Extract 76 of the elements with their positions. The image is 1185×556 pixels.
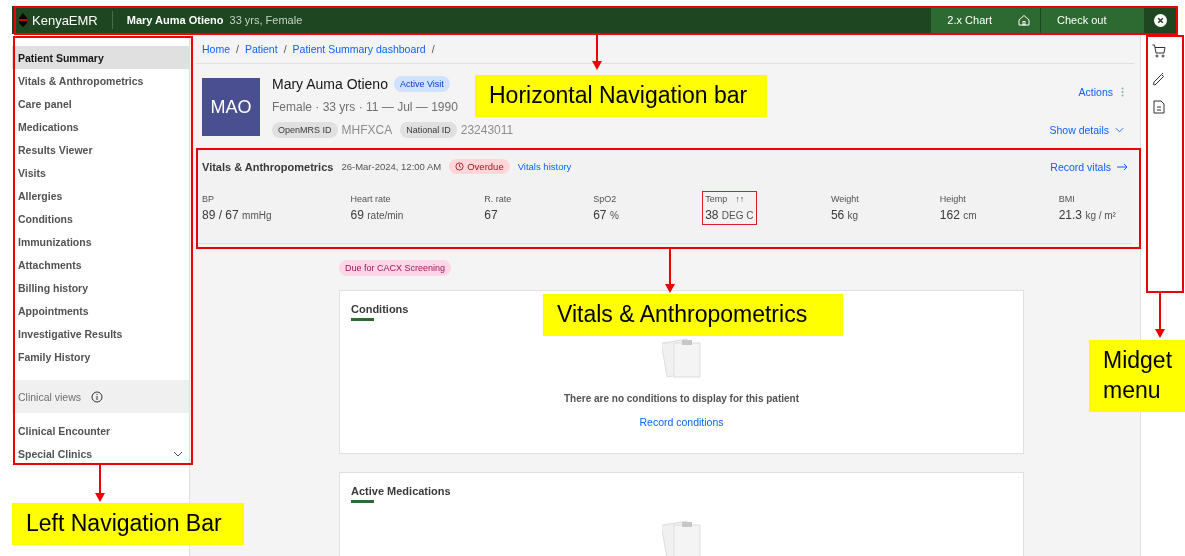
patient-name: Mary Auma Otieno: [126, 14, 224, 26]
nav-item[interactable]: Conditions: [12, 207, 189, 230]
nav-item[interactable]: Vitals & Anthropometrics: [12, 69, 189, 92]
vital-reading: Height 162 cm: [939, 194, 977, 222]
annotation-arrow: [1154, 293, 1166, 338]
chart-button[interactable]: 2.x Chart: [930, 6, 1008, 34]
nav-item[interactable]: Patient Summary: [12, 46, 189, 69]
id-tag: National ID: [400, 122, 457, 138]
record-vitals-link[interactable]: Record vitals: [1050, 160, 1111, 173]
actions-link[interactable]: Actions: [1078, 86, 1113, 98]
nav-item[interactable]: Investigative Results: [12, 322, 189, 345]
annotation-arrow: [664, 249, 676, 293]
nav-item[interactable]: Attachments: [12, 253, 189, 276]
patient-avatar: MAO: [202, 78, 260, 136]
annotation-label: Left Navigation Bar: [12, 503, 244, 545]
nav-item[interactable]: Visits: [12, 161, 189, 184]
abnormal-reading: Temp ↑↑ 38 DEG C: [702, 191, 757, 225]
nav-item[interactable]: Medications: [12, 115, 189, 138]
id-tag: OpenMRS ID: [272, 122, 338, 138]
vitals-history-link[interactable]: Vitals history: [517, 161, 572, 172]
annotation-label: Horizontal Navigation bar: [475, 75, 767, 117]
id-value: MHFXCA: [341, 123, 393, 137]
vital-reading: Weight 56 kg: [830, 194, 859, 222]
brand-name: KenyaEMR: [32, 12, 98, 28]
check-out-button[interactable]: Check out: [1040, 6, 1144, 34]
vital-reading: BMI 21.3 kg / m²: [1058, 194, 1116, 222]
breadcrumb-link[interactable]: Patient: [244, 42, 278, 55]
patient-name: Mary Auma Otieno: [272, 76, 388, 92]
vital-reading: Heart rate 69 rate/min: [350, 194, 404, 222]
annotation-arrow: [94, 465, 106, 502]
patient-details: Female · 33 yrs · 11 — Jul — 1990: [272, 100, 458, 114]
card-title: Conditions: [351, 303, 409, 321]
patient-info: 33 yrs, Female: [229, 14, 303, 26]
vital-reading: BP 89 / 67 mmHg: [202, 194, 272, 222]
annotation-arrow: [591, 35, 603, 70]
home-button[interactable]: [1008, 6, 1040, 34]
vitals-date: 26-Mar-2024, 12:00 AM: [341, 161, 442, 172]
cart-icon[interactable]: [1152, 44, 1166, 58]
nav-item[interactable]: Immunizations: [12, 230, 189, 253]
nav-item[interactable]: Care panel: [12, 92, 189, 115]
show-details-link[interactable]: Show details: [1049, 124, 1109, 136]
breadcrumb-separator: /: [431, 42, 435, 55]
pen-icon[interactable]: [1152, 72, 1166, 86]
nav-item[interactable]: Billing history: [12, 276, 189, 299]
clock-icon: [455, 162, 465, 171]
screening-tag: Due for CACX Screening: [339, 260, 452, 276]
arrow-right-icon: [1117, 162, 1128, 171]
overdue-tag: Overdue: [449, 159, 510, 174]
breadcrumb-link[interactable]: Patient Summary dashboard: [292, 42, 426, 55]
nav-item[interactable]: Allergies: [12, 184, 189, 207]
breadcrumb-separator: /: [283, 42, 287, 55]
card-title: Active Medications: [351, 485, 451, 503]
vitals-title: Vitals & Anthropometrics: [202, 160, 334, 173]
breadcrumb-link[interactable]: Home: [202, 42, 230, 55]
empty-message: There are no conditions to display for this patient: [564, 393, 799, 404]
record-conditions-link[interactable]: Record conditions: [639, 416, 724, 428]
nav-item[interactable]: Appointments: [12, 299, 189, 322]
chevron-down-icon: [1115, 127, 1124, 133]
nav-item[interactable]: Clinical Encounter: [12, 419, 189, 442]
vital-reading: R. rate 67: [484, 194, 512, 222]
nav-item[interactable]: Results Viewer: [12, 138, 189, 161]
info-icon: [91, 390, 103, 403]
vital-reading: SpO2 67 %: [593, 194, 619, 222]
annotation-label: Vitals & Anthropometrics: [543, 294, 843, 336]
nav-item[interactable]: Family History: [12, 345, 189, 368]
clipboard-icon: [661, 335, 702, 379]
close-icon: [1154, 13, 1167, 27]
nav-item[interactable]: Special Clinics: [12, 442, 189, 465]
home-icon: [1018, 14, 1030, 26]
logo-icon: [18, 13, 28, 27]
section-label: Clinical views: [18, 390, 81, 403]
breadcrumb-separator: /: [236, 42, 239, 55]
document-icon[interactable]: [1153, 100, 1165, 114]
visit-badge: Active Visit: [393, 76, 450, 92]
id-value: 23243011: [460, 123, 514, 137]
annotation-label: Midget menu: [1089, 340, 1185, 412]
